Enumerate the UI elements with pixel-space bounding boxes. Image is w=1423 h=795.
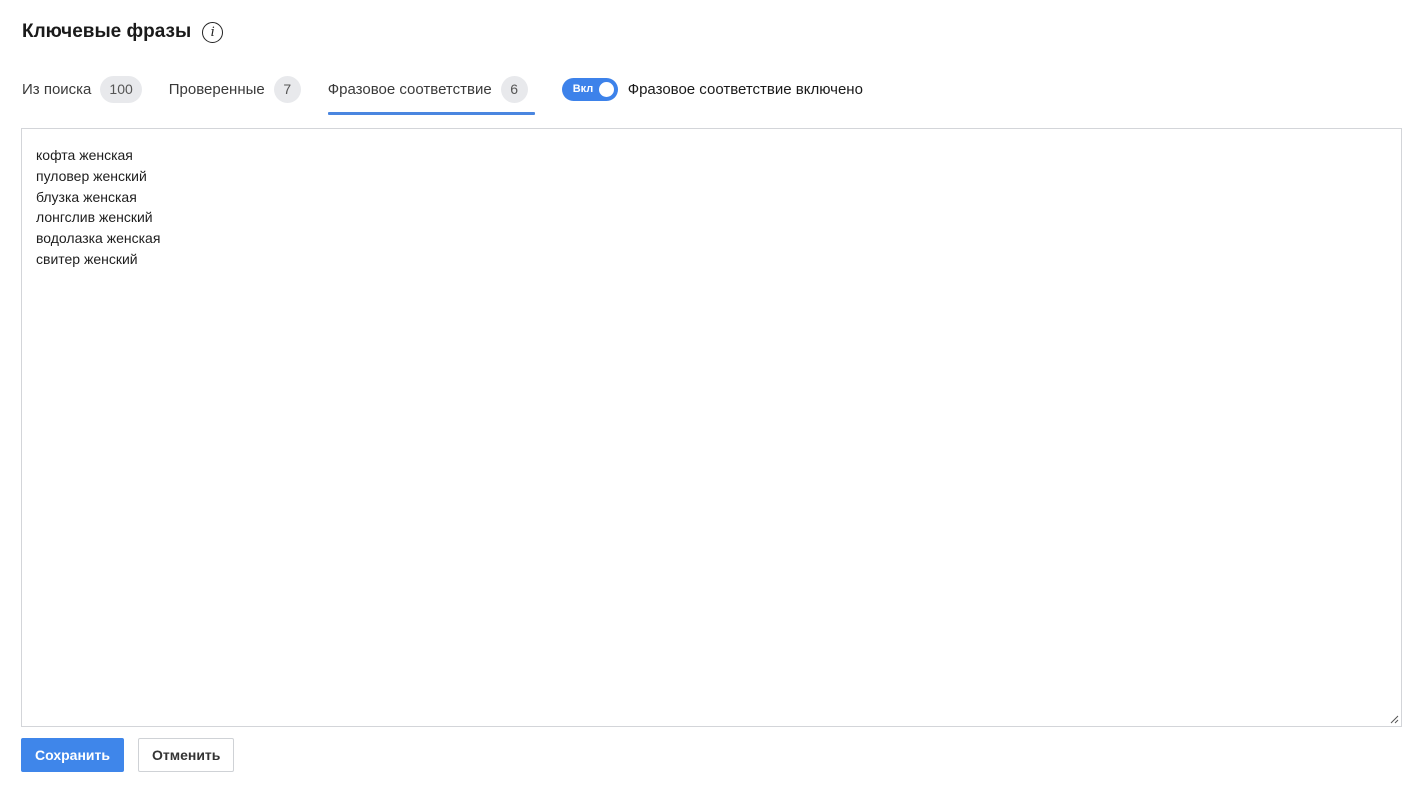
page: Ключевые фразы i Из поиска 100 Проверенн…: [0, 0, 1423, 795]
keyword-line: пуловер женский: [36, 167, 147, 184]
keyword-line: кофта женская: [36, 147, 133, 163]
keyword-line: свитер женский: [36, 250, 138, 267]
phrase-match-toggle-group: Вкл Фразовое соответствие включено: [561, 73, 863, 105]
count-badge: 6: [500, 75, 528, 103]
toggle-knob: [598, 81, 614, 97]
toggle-description: Фразовое соответствие включено: [627, 80, 863, 98]
phrase-match-toggle[interactable]: Вкл: [561, 77, 618, 101]
tab-bar: Из поиска 100 Проверенные 7 Фразовое соо…: [22, 73, 863, 116]
count-badge: 100: [100, 75, 142, 103]
keyword-line: водолазка женская: [36, 230, 161, 247]
info-icon[interactable]: i: [202, 21, 224, 43]
tab-phrase-match[interactable]: Фразовое соответствие 6: [327, 73, 535, 115]
count-badge: 7: [273, 75, 301, 103]
tab-verified[interactable]: Проверенные 7: [169, 73, 301, 105]
resize-handle-icon[interactable]: [1389, 714, 1399, 724]
toggle-state-label: Вкл: [572, 82, 594, 95]
tab-label: Фразовое соответствие: [327, 80, 492, 98]
tab-from-search[interactable]: Из поиска 100: [22, 73, 142, 105]
page-title: Ключевые фразы: [22, 21, 192, 42]
tab-label: Проверенные: [168, 80, 265, 98]
keyword-line: лонгслив женский: [36, 209, 153, 226]
page-header: Ключевые фразы i: [22, 19, 224, 45]
form-actions: Сохранить Отменить: [21, 738, 235, 772]
keywords-textarea[interactable]: кофта женская пуловер женский блузка жен…: [21, 128, 1402, 727]
save-button[interactable]: Сохранить: [21, 738, 124, 772]
tab-label: Из поиска: [22, 80, 92, 98]
cancel-button[interactable]: Отменить: [137, 738, 235, 772]
keyword-line: блузка женская: [36, 188, 137, 205]
